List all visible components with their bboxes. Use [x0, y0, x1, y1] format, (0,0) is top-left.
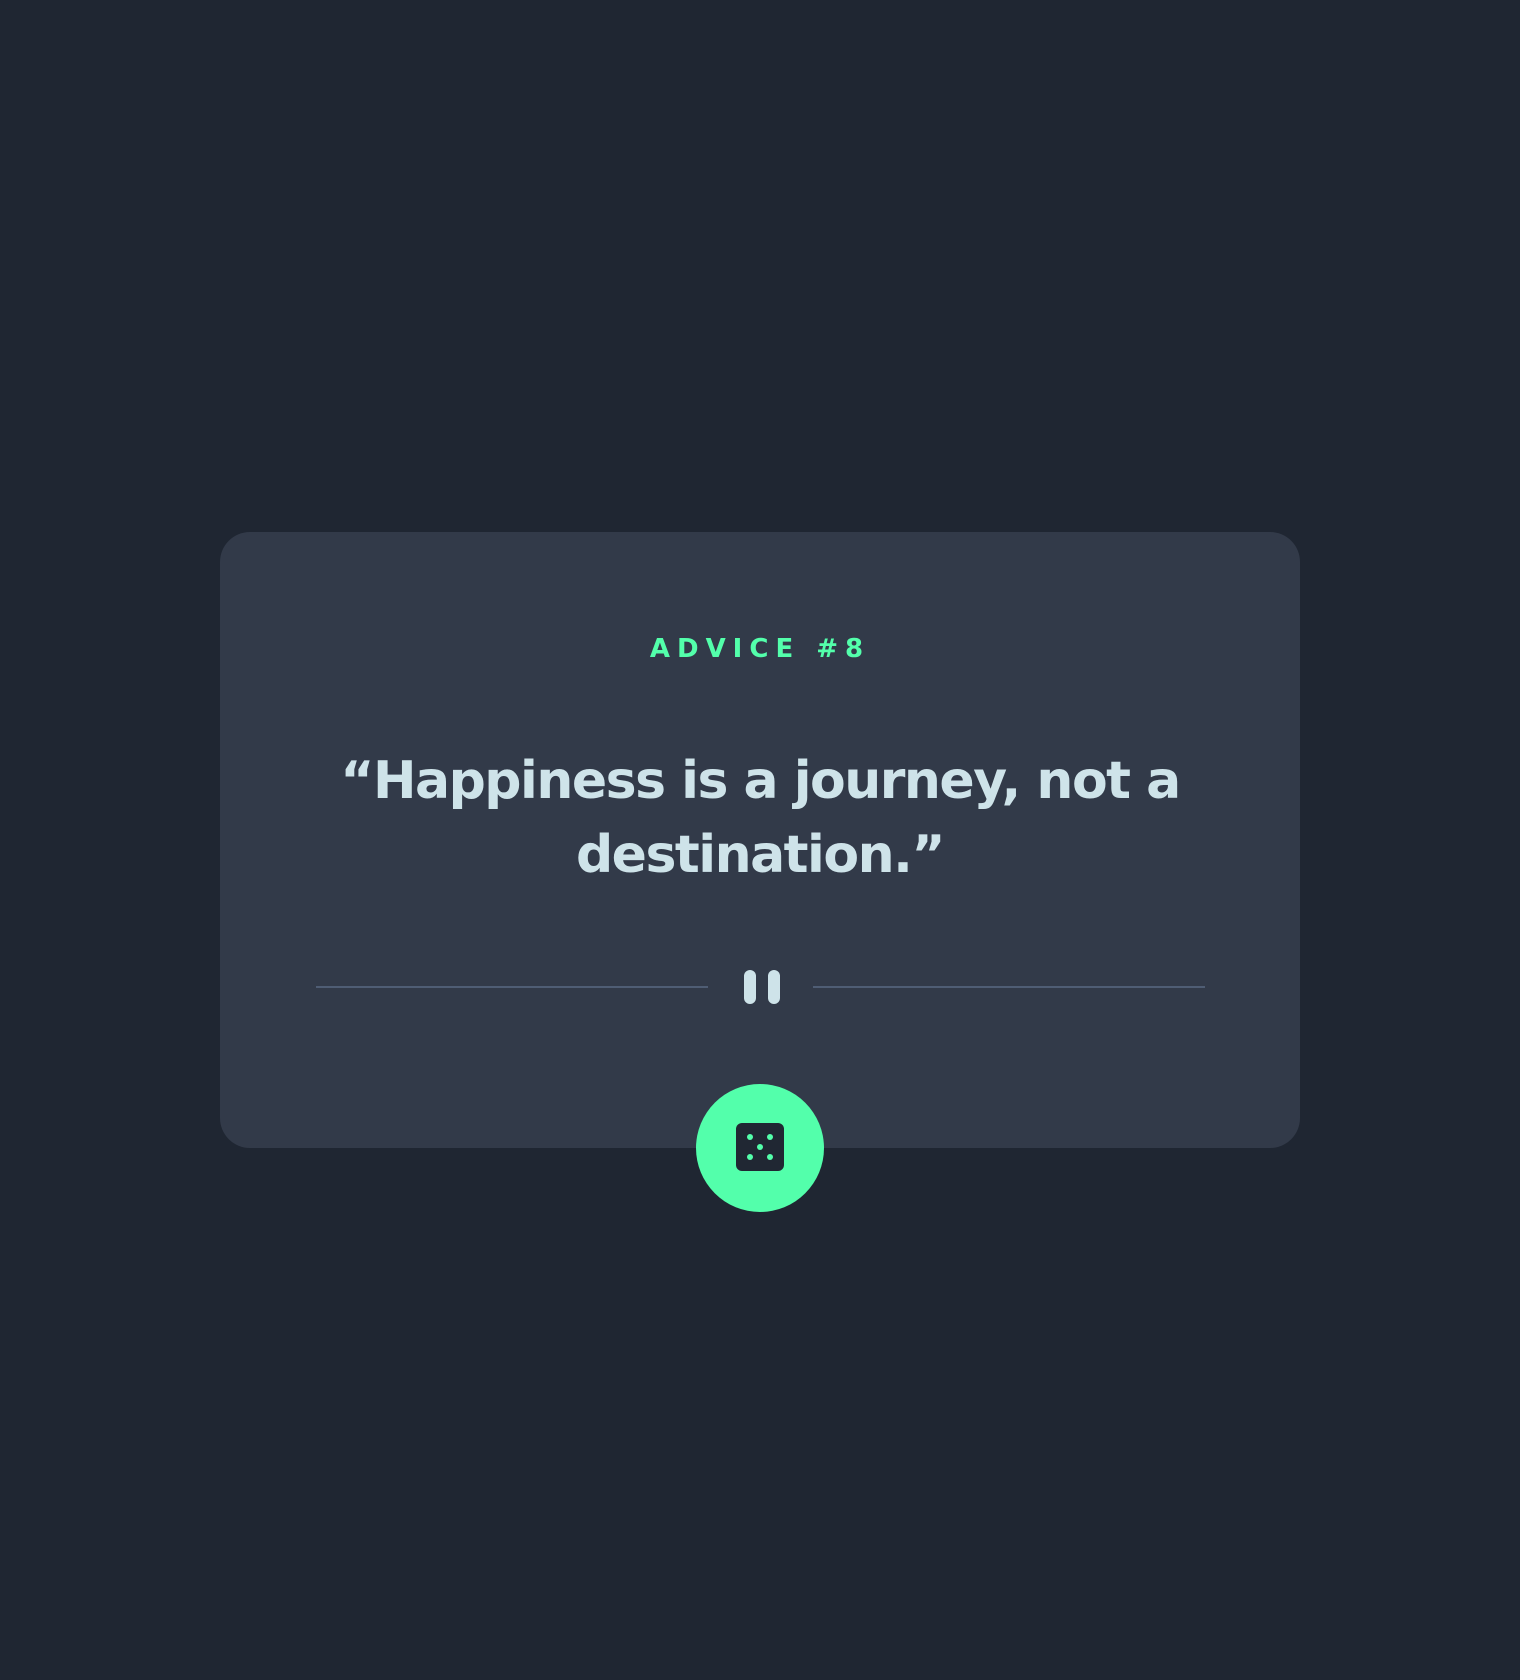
- advice-quote: “Happiness is a journey, not a destinati…: [340, 751, 1181, 885]
- advice-label: ADVICE #8: [649, 634, 871, 664]
- new-advice-button[interactable]: [696, 1084, 824, 1212]
- dice-icon: [736, 1122, 784, 1174]
- pause-icon: [740, 970, 782, 1004]
- divider-line-right: [813, 986, 1205, 988]
- divider: [316, 968, 1205, 1004]
- divider-line-left: [316, 986, 708, 988]
- advice-card: ADVICE #8 “Happiness is a journey, not a…: [220, 532, 1300, 1212]
